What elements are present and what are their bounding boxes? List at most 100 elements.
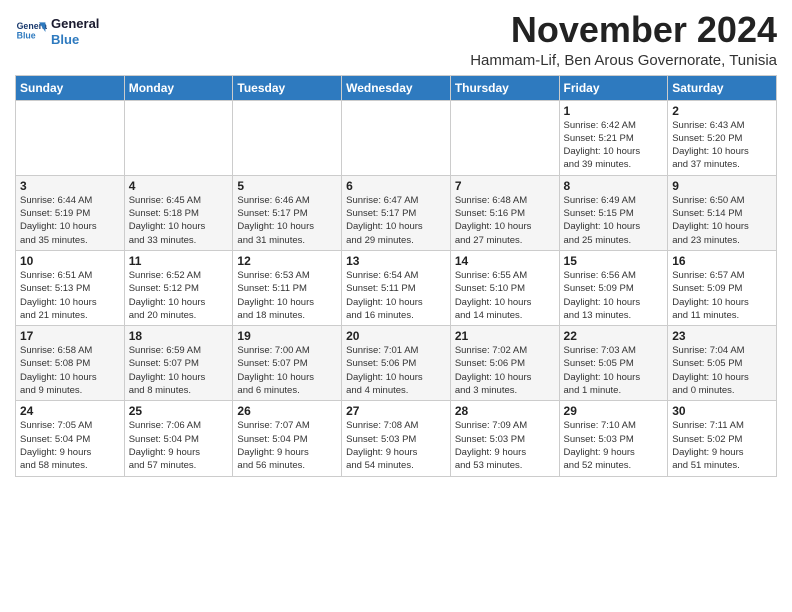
day-info: Sunrise: 6:59 AM Sunset: 5:07 PM Dayligh… — [129, 344, 229, 397]
header-sunday: Sunday — [16, 75, 125, 100]
day-info: Sunrise: 7:07 AM Sunset: 5:04 PM Dayligh… — [237, 419, 337, 472]
day-info: Sunrise: 6:58 AM Sunset: 5:08 PM Dayligh… — [20, 344, 120, 397]
day-number: 12 — [237, 254, 337, 268]
day-info: Sunrise: 6:53 AM Sunset: 5:11 PM Dayligh… — [237, 269, 337, 322]
day-number: 9 — [672, 179, 772, 193]
day-info: Sunrise: 6:56 AM Sunset: 5:09 PM Dayligh… — [564, 269, 664, 322]
logo-text-line2: Blue — [51, 32, 99, 48]
calendar-cell: 14Sunrise: 6:55 AM Sunset: 5:10 PM Dayli… — [450, 250, 559, 325]
svg-text:Blue: Blue — [17, 30, 36, 40]
calendar-cell: 8Sunrise: 6:49 AM Sunset: 5:15 PM Daylig… — [559, 175, 668, 250]
day-info: Sunrise: 6:46 AM Sunset: 5:17 PM Dayligh… — [237, 194, 337, 247]
calendar-cell: 21Sunrise: 7:02 AM Sunset: 5:06 PM Dayli… — [450, 326, 559, 401]
calendar-header-row: SundayMondayTuesdayWednesdayThursdayFrid… — [16, 75, 777, 100]
calendar-cell: 1Sunrise: 6:42 AM Sunset: 5:21 PM Daylig… — [559, 100, 668, 175]
day-info: Sunrise: 7:09 AM Sunset: 5:03 PM Dayligh… — [455, 419, 555, 472]
day-info: Sunrise: 7:00 AM Sunset: 5:07 PM Dayligh… — [237, 344, 337, 397]
day-info: Sunrise: 6:51 AM Sunset: 5:13 PM Dayligh… — [20, 269, 120, 322]
logo-text-line1: General — [51, 16, 99, 32]
calendar-cell: 27Sunrise: 7:08 AM Sunset: 5:03 PM Dayli… — [342, 401, 451, 476]
calendar-cell: 22Sunrise: 7:03 AM Sunset: 5:05 PM Dayli… — [559, 326, 668, 401]
day-info: Sunrise: 6:42 AM Sunset: 5:21 PM Dayligh… — [564, 119, 664, 172]
week-row-2: 3Sunrise: 6:44 AM Sunset: 5:19 PM Daylig… — [16, 175, 777, 250]
week-row-4: 17Sunrise: 6:58 AM Sunset: 5:08 PM Dayli… — [16, 326, 777, 401]
day-info: Sunrise: 6:52 AM Sunset: 5:12 PM Dayligh… — [129, 269, 229, 322]
day-number: 15 — [564, 254, 664, 268]
day-number: 30 — [672, 404, 772, 418]
calendar-cell: 3Sunrise: 6:44 AM Sunset: 5:19 PM Daylig… — [16, 175, 125, 250]
day-number: 2 — [672, 104, 772, 118]
day-number: 16 — [672, 254, 772, 268]
header-monday: Monday — [124, 75, 233, 100]
day-number: 21 — [455, 329, 555, 343]
week-row-5: 24Sunrise: 7:05 AM Sunset: 5:04 PM Dayli… — [16, 401, 777, 476]
day-number: 24 — [20, 404, 120, 418]
calendar-cell — [124, 100, 233, 175]
calendar-cell: 28Sunrise: 7:09 AM Sunset: 5:03 PM Dayli… — [450, 401, 559, 476]
calendar-cell: 12Sunrise: 6:53 AM Sunset: 5:11 PM Dayli… — [233, 250, 342, 325]
calendar-cell — [233, 100, 342, 175]
calendar-cell: 16Sunrise: 6:57 AM Sunset: 5:09 PM Dayli… — [668, 250, 777, 325]
calendar-cell: 5Sunrise: 6:46 AM Sunset: 5:17 PM Daylig… — [233, 175, 342, 250]
subtitle: Hammam-Lif, Ben Arous Governorate, Tunis… — [470, 52, 777, 69]
day-info: Sunrise: 6:50 AM Sunset: 5:14 PM Dayligh… — [672, 194, 772, 247]
day-number: 22 — [564, 329, 664, 343]
calendar-cell — [342, 100, 451, 175]
day-number: 14 — [455, 254, 555, 268]
day-number: 4 — [129, 179, 229, 193]
calendar-cell: 25Sunrise: 7:06 AM Sunset: 5:04 PM Dayli… — [124, 401, 233, 476]
day-info: Sunrise: 7:10 AM Sunset: 5:03 PM Dayligh… — [564, 419, 664, 472]
header-tuesday: Tuesday — [233, 75, 342, 100]
day-info: Sunrise: 7:08 AM Sunset: 5:03 PM Dayligh… — [346, 419, 446, 472]
calendar-cell: 17Sunrise: 6:58 AM Sunset: 5:08 PM Dayli… — [16, 326, 125, 401]
calendar-cell: 9Sunrise: 6:50 AM Sunset: 5:14 PM Daylig… — [668, 175, 777, 250]
day-number: 26 — [237, 404, 337, 418]
day-info: Sunrise: 6:47 AM Sunset: 5:17 PM Dayligh… — [346, 194, 446, 247]
day-number: 7 — [455, 179, 555, 193]
calendar-cell — [16, 100, 125, 175]
calendar-cell: 7Sunrise: 6:48 AM Sunset: 5:16 PM Daylig… — [450, 175, 559, 250]
calendar-cell: 13Sunrise: 6:54 AM Sunset: 5:11 PM Dayli… — [342, 250, 451, 325]
day-info: Sunrise: 6:49 AM Sunset: 5:15 PM Dayligh… — [564, 194, 664, 247]
calendar-cell: 19Sunrise: 7:00 AM Sunset: 5:07 PM Dayli… — [233, 326, 342, 401]
day-number: 29 — [564, 404, 664, 418]
calendar-cell — [450, 100, 559, 175]
day-number: 28 — [455, 404, 555, 418]
calendar-cell: 4Sunrise: 6:45 AM Sunset: 5:18 PM Daylig… — [124, 175, 233, 250]
header-wednesday: Wednesday — [342, 75, 451, 100]
day-number: 5 — [237, 179, 337, 193]
calendar-cell: 10Sunrise: 6:51 AM Sunset: 5:13 PM Dayli… — [16, 250, 125, 325]
week-row-3: 10Sunrise: 6:51 AM Sunset: 5:13 PM Dayli… — [16, 250, 777, 325]
day-info: Sunrise: 7:06 AM Sunset: 5:04 PM Dayligh… — [129, 419, 229, 472]
calendar-cell: 11Sunrise: 6:52 AM Sunset: 5:12 PM Dayli… — [124, 250, 233, 325]
week-row-1: 1Sunrise: 6:42 AM Sunset: 5:21 PM Daylig… — [16, 100, 777, 175]
day-number: 20 — [346, 329, 446, 343]
logo-icon: General Blue — [15, 16, 47, 48]
header-friday: Friday — [559, 75, 668, 100]
day-number: 18 — [129, 329, 229, 343]
calendar-cell: 20Sunrise: 7:01 AM Sunset: 5:06 PM Dayli… — [342, 326, 451, 401]
title-block: November 2024 Hammam-Lif, Ben Arous Gove… — [470, 10, 777, 69]
day-info: Sunrise: 6:45 AM Sunset: 5:18 PM Dayligh… — [129, 194, 229, 247]
day-number: 3 — [20, 179, 120, 193]
day-info: Sunrise: 6:48 AM Sunset: 5:16 PM Dayligh… — [455, 194, 555, 247]
day-number: 6 — [346, 179, 446, 193]
month-title: November 2024 — [470, 10, 777, 50]
day-info: Sunrise: 7:03 AM Sunset: 5:05 PM Dayligh… — [564, 344, 664, 397]
day-info: Sunrise: 7:05 AM Sunset: 5:04 PM Dayligh… — [20, 419, 120, 472]
calendar-table: SundayMondayTuesdayWednesdayThursdayFrid… — [15, 75, 777, 477]
day-info: Sunrise: 7:04 AM Sunset: 5:05 PM Dayligh… — [672, 344, 772, 397]
day-number: 13 — [346, 254, 446, 268]
day-info: Sunrise: 7:11 AM Sunset: 5:02 PM Dayligh… — [672, 419, 772, 472]
calendar-cell: 2Sunrise: 6:43 AM Sunset: 5:20 PM Daylig… — [668, 100, 777, 175]
header-saturday: Saturday — [668, 75, 777, 100]
day-info: Sunrise: 7:01 AM Sunset: 5:06 PM Dayligh… — [346, 344, 446, 397]
calendar-cell: 15Sunrise: 6:56 AM Sunset: 5:09 PM Dayli… — [559, 250, 668, 325]
page-header: General Blue General Blue November 2024 … — [15, 10, 777, 69]
day-info: Sunrise: 7:02 AM Sunset: 5:06 PM Dayligh… — [455, 344, 555, 397]
day-info: Sunrise: 6:54 AM Sunset: 5:11 PM Dayligh… — [346, 269, 446, 322]
calendar-cell: 30Sunrise: 7:11 AM Sunset: 5:02 PM Dayli… — [668, 401, 777, 476]
day-number: 19 — [237, 329, 337, 343]
day-info: Sunrise: 6:43 AM Sunset: 5:20 PM Dayligh… — [672, 119, 772, 172]
day-info: Sunrise: 6:44 AM Sunset: 5:19 PM Dayligh… — [20, 194, 120, 247]
